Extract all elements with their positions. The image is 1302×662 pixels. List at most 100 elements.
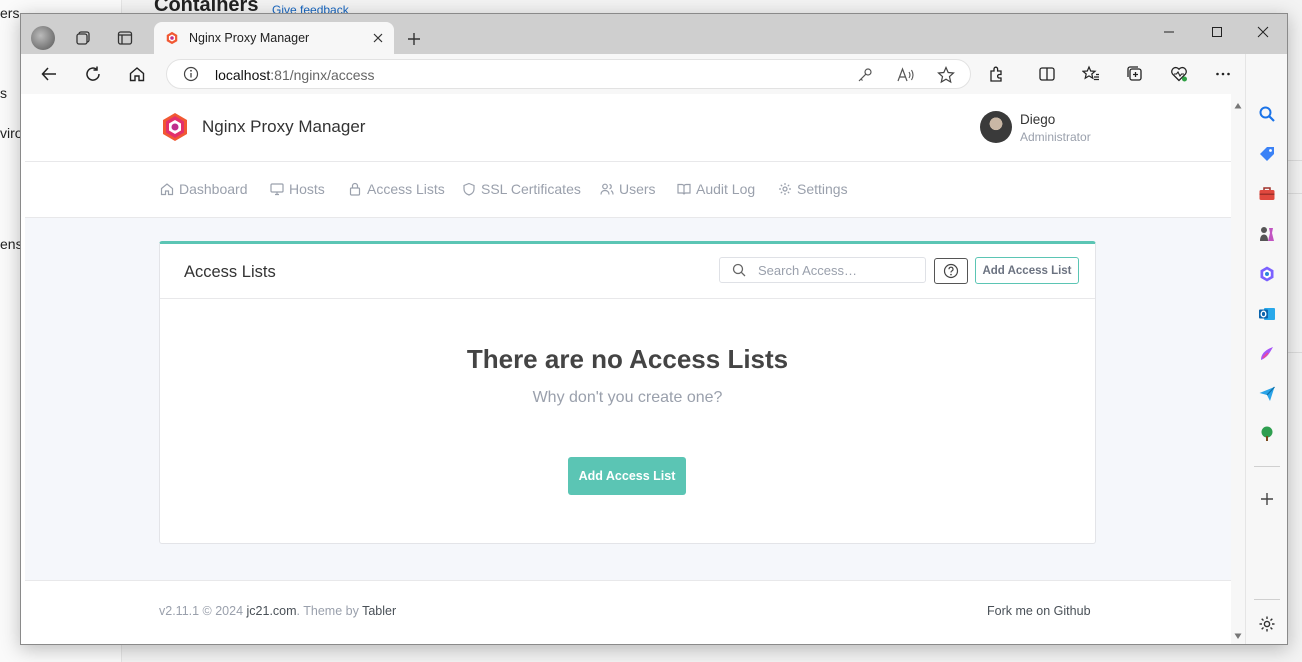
page-viewport: Nginx Proxy Manager Diego Administrator … — [25, 94, 1231, 644]
url-text[interactable]: localhost:81/nginx/access — [215, 67, 375, 83]
key-icon[interactable] — [855, 65, 875, 85]
scroll-down-icon[interactable] — [1234, 632, 1242, 640]
gear-icon[interactable] — [1257, 614, 1277, 634]
designer-icon[interactable] — [1257, 344, 1277, 364]
workspaces-icon[interactable] — [69, 24, 97, 52]
new-tab-icon[interactable] — [401, 26, 427, 52]
background-fragment: ers — [0, 5, 20, 21]
more-options-icon[interactable] — [1209, 60, 1237, 88]
collections-icon[interactable] — [1121, 60, 1149, 88]
card-header: Access Lists Add Access List — [160, 244, 1095, 299]
shield-icon — [463, 182, 475, 196]
microsoft-365-icon[interactable] — [1257, 264, 1277, 284]
nav-item-settings[interactable]: Settings — [778, 181, 848, 197]
tab-title: Nginx Proxy Manager — [189, 31, 310, 45]
split-screen-icon[interactable] — [1033, 60, 1061, 88]
read-aloud-icon[interactable] — [896, 65, 916, 85]
empty-state-subtitle: Why don't you create one? — [532, 389, 723, 406]
search-icon — [732, 263, 746, 277]
npm-logo-icon[interactable] — [160, 112, 190, 142]
nav-item-access-lists[interactable]: Access Lists — [348, 181, 445, 197]
background-divider — [1288, 193, 1302, 194]
search-icon[interactable] — [1257, 104, 1277, 124]
sidebar-separator — [1254, 466, 1280, 467]
browser-window: Nginx Proxy Manager localhost:81/nginx/a… — [20, 13, 1288, 645]
user-name[interactable]: Diego — [1020, 112, 1055, 127]
search-box[interactable] — [719, 257, 926, 283]
user-avatar[interactable] — [980, 111, 1012, 143]
gear-icon — [779, 183, 791, 195]
brand-name[interactable]: Nginx Proxy Manager — [202, 117, 365, 137]
extensions-icon[interactable] — [983, 60, 1011, 88]
edge-sidebar — [1245, 54, 1287, 644]
search-input[interactable] — [758, 258, 918, 282]
card-title: Access Lists — [184, 263, 276, 281]
help-icon — [943, 263, 959, 279]
tab-strip: Nginx Proxy Manager — [21, 14, 1287, 54]
browser-essentials-icon[interactable] — [1165, 60, 1193, 88]
nav-label: Hosts — [289, 181, 325, 197]
nav-label: Audit Log — [696, 181, 756, 197]
favorite-star-icon[interactable] — [936, 65, 956, 85]
browser-tab-active[interactable]: Nginx Proxy Manager — [154, 22, 394, 54]
profile-avatar[interactable] — [31, 26, 55, 50]
footer-theme-prefix: . Theme by — [296, 604, 363, 618]
nav-item-dashboard[interactable]: Dashboard — [160, 181, 248, 197]
footer-github-link[interactable]: Fork me on Github — [987, 604, 1091, 618]
user-role: Administrator — [1020, 130, 1091, 144]
address-bar[interactable]: localhost:81/nginx/access — [166, 59, 971, 89]
nav-item-ssl-certificates[interactable]: SSL Certificates — [462, 181, 581, 197]
toolbox-icon[interactable] — [1257, 184, 1277, 204]
nav-item-audit-log[interactable]: Audit Log — [677, 181, 755, 197]
npm-favicon-icon — [166, 31, 178, 45]
home-icon[interactable] — [123, 60, 151, 88]
nav-label: Users — [619, 181, 656, 197]
page-footer: v2.11.1 © 2024 jc21.com. Theme by Tabler… — [25, 580, 1231, 644]
footer-credits: v2.11.1 © 2024 jc21.com. Theme by Tabler — [159, 604, 396, 618]
nav-label: SSL Certificates — [481, 181, 581, 197]
empty-add-access-list-button[interactable]: Add Access List — [568, 457, 686, 495]
outlook-icon[interactable] — [1257, 304, 1277, 324]
favorites-icon[interactable] — [1077, 60, 1105, 88]
footer-version: v2.11.1 © 2024 — [159, 604, 247, 618]
nav-item-users[interactable]: Users — [600, 181, 656, 197]
access-lists-card: Access Lists Add Access List There are n… — [159, 241, 1096, 544]
tab-close-icon[interactable] — [370, 30, 386, 46]
empty-state-title: There are no Access Lists — [466, 344, 789, 374]
page-scrollbar[interactable] — [1231, 94, 1245, 644]
games-icon[interactable] — [1257, 224, 1277, 244]
background-divider — [1288, 160, 1302, 161]
lock-icon — [349, 182, 361, 196]
book-icon — [677, 183, 691, 195]
nav-label: Access Lists — [367, 181, 445, 197]
minimize-icon[interactable] — [1149, 18, 1189, 46]
nav-label: Dashboard — [179, 181, 248, 197]
back-icon[interactable] — [35, 60, 63, 88]
refresh-icon[interactable] — [79, 60, 107, 88]
app-header: Nginx Proxy Manager Diego Administrator — [25, 94, 1231, 162]
main-nav: Dashboard Hosts Access Lists SSL Certifi… — [25, 162, 1231, 218]
background-divider — [1288, 352, 1302, 353]
nav-item-hosts[interactable]: Hosts — [270, 181, 325, 197]
close-window-icon[interactable] — [1243, 18, 1283, 46]
monitor-icon — [270, 183, 284, 196]
tree-icon[interactable] — [1257, 424, 1277, 444]
add-access-list-button[interactable]: Add Access List — [975, 257, 1079, 284]
background-fragment: s — [0, 85, 7, 101]
vertical-tabs-icon[interactable] — [111, 24, 139, 52]
footer-company-link[interactable]: jc21.com — [247, 604, 297, 618]
url-host: localhost — [215, 67, 271, 83]
maximize-icon[interactable] — [1197, 18, 1237, 46]
help-button[interactable] — [934, 258, 968, 284]
sidebar-separator — [1254, 599, 1280, 600]
users-icon — [600, 183, 614, 195]
scroll-up-icon[interactable] — [1234, 102, 1242, 110]
nav-label: Settings — [797, 181, 848, 197]
site-info-icon[interactable] — [183, 66, 199, 82]
footer-theme-link[interactable]: Tabler — [362, 604, 396, 618]
add-icon[interactable] — [1257, 489, 1277, 509]
url-path: :81/nginx/access — [270, 67, 375, 83]
shopping-tag-icon[interactable] — [1257, 144, 1277, 164]
send-icon[interactable] — [1257, 384, 1277, 404]
home-icon — [160, 183, 174, 196]
